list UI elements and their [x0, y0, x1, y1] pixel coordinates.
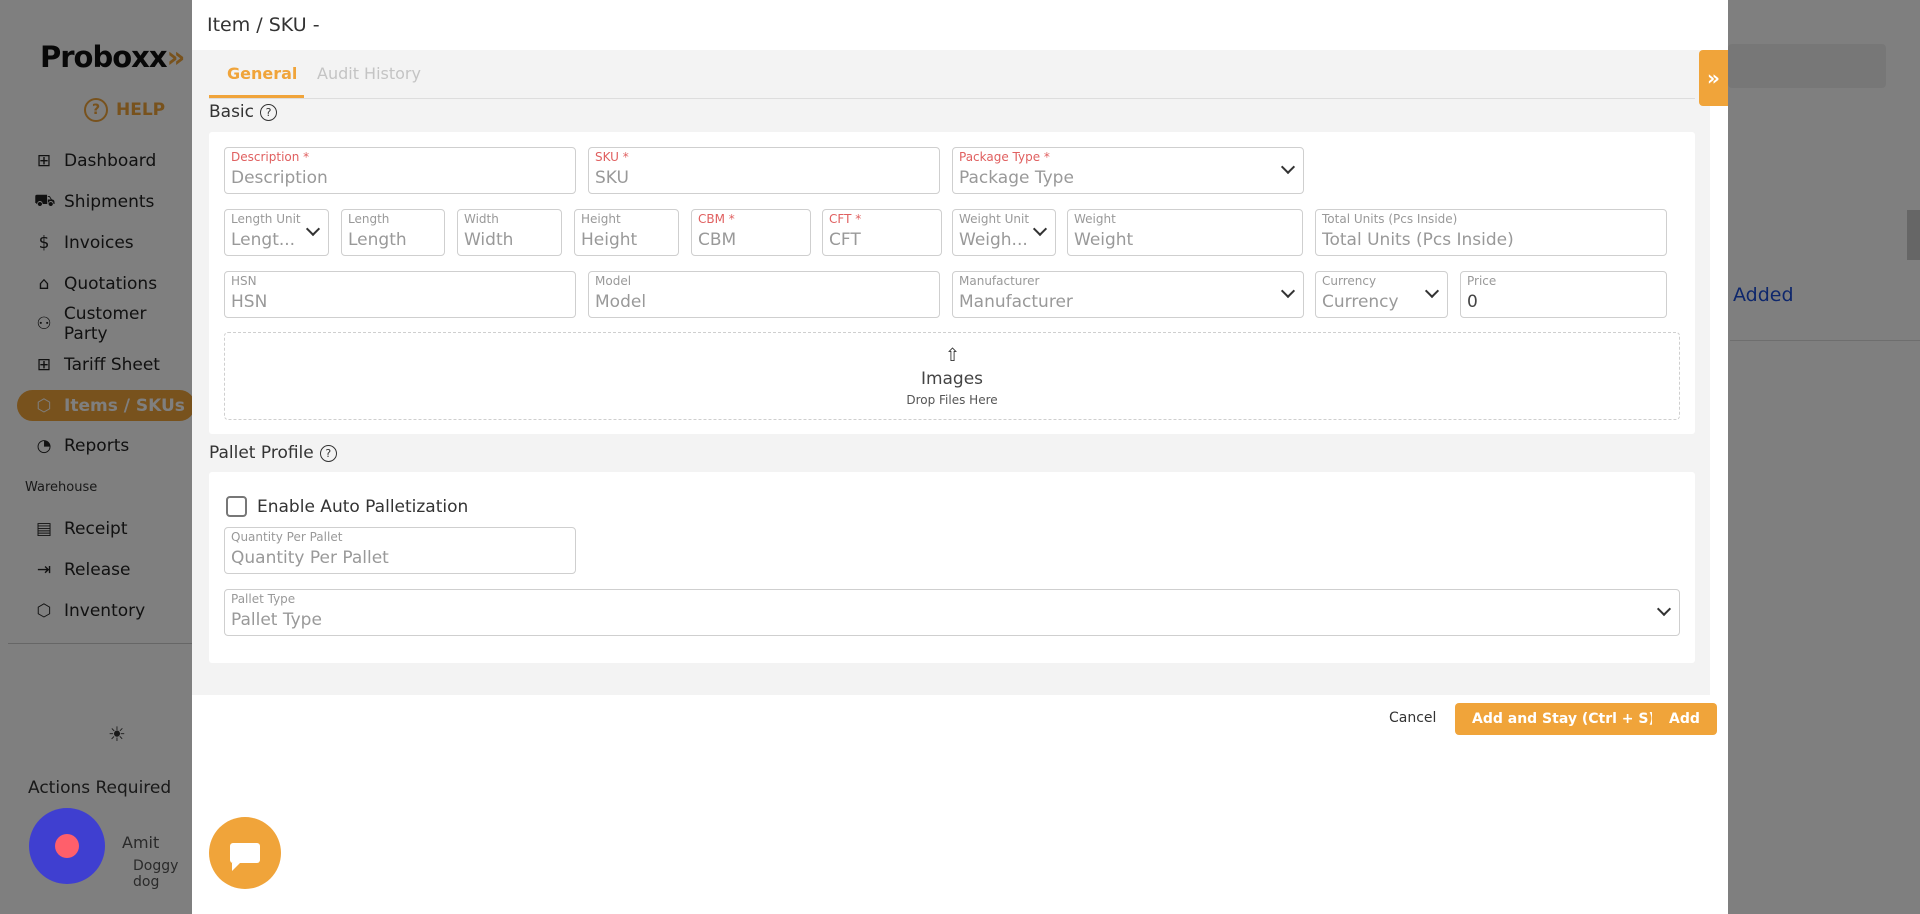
package-type-select[interactable]: Package Type * Package Type [952, 147, 1304, 194]
model-label: Model [595, 274, 632, 288]
modal-body: General Audit History Basic ? Descriptio… [192, 50, 1710, 695]
weight-unit-label: Weight Unit [959, 212, 1030, 226]
chevron-down-icon [1424, 283, 1440, 299]
record-dot-icon [55, 834, 79, 858]
tab-general[interactable]: General [227, 64, 297, 83]
chevron-down-icon [1656, 601, 1672, 617]
currency-placeholder: Currency [1322, 292, 1399, 312]
manufacturer-placeholder: Manufacturer [959, 292, 1073, 312]
modal-title: Item / SKU - [207, 14, 320, 36]
pallet-type-placeholder: Pallet Type [231, 610, 322, 630]
height-placeholder: Height [581, 230, 638, 250]
description-placeholder: Description [231, 168, 328, 188]
hsn-field[interactable]: HSN HSN [224, 271, 576, 318]
item-sku-modal: Item / SKU - General Audit History Basic… [192, 0, 1728, 914]
drawer-toggle-chevrons-icon[interactable]: » [1699, 50, 1728, 106]
package-type-placeholder: Package Type [959, 168, 1074, 188]
auto-palletization-row: Enable Auto Palletization [226, 496, 468, 517]
chat-bubble-icon [230, 843, 260, 871]
manufacturer-select[interactable]: Manufacturer Manufacturer [952, 271, 1304, 318]
manufacturer-label: Manufacturer [959, 274, 1040, 288]
cbm-label: CBM * [698, 212, 735, 226]
total-units-placeholder: Total Units (Pcs Inside) [1322, 230, 1514, 250]
model-placeholder: Model [595, 292, 647, 312]
weight-unit-placeholder: Weigh... [959, 230, 1028, 250]
model-field[interactable]: Model Model [588, 271, 940, 318]
active-tab-indicator [209, 95, 304, 98]
height-field[interactable]: Height Height [574, 209, 679, 256]
help-circle-icon[interactable]: ? [319, 444, 337, 462]
width-field[interactable]: Width Width [457, 209, 562, 256]
length-unit-placeholder: Lengt... [231, 230, 296, 250]
hsn-label: HSN [231, 274, 257, 288]
pallet-title-text: Pallet Profile [209, 443, 314, 463]
cancel-button[interactable]: Cancel [1377, 700, 1448, 736]
add-button[interactable]: Add [1652, 703, 1717, 735]
cft-field[interactable]: CFT * CFT [822, 209, 942, 256]
total-units-field[interactable]: Total Units (Pcs Inside) Total Units (Pc… [1315, 209, 1667, 256]
basic-section-title: Basic ? [209, 102, 278, 122]
length-unit-select[interactable]: Length Unit Lengt... [224, 209, 329, 256]
chat-button[interactable] [209, 817, 281, 889]
chevron-down-icon [1280, 283, 1296, 299]
hsn-placeholder: HSN [231, 292, 268, 312]
pallet-card: Enable Auto Palletization Quantity Per P… [209, 472, 1695, 663]
chevron-down-icon [1032, 221, 1048, 237]
currency-select[interactable]: Currency Currency [1315, 271, 1448, 318]
quantity-per-pallet-label: Quantity Per Pallet [231, 530, 343, 544]
pallet-type-label: Pallet Type [231, 592, 296, 606]
chevron-down-icon [305, 221, 321, 237]
image-dropzone[interactable]: ⇧ Images Drop Files Here [224, 332, 1680, 420]
price-field[interactable]: Price 0 [1460, 271, 1667, 318]
price-value: 0 [1467, 292, 1478, 312]
cbm-field[interactable]: CBM * CBM [691, 209, 811, 256]
pallet-type-select[interactable]: Pallet Type Pallet Type [224, 589, 1680, 636]
length-placeholder: Length [348, 230, 407, 250]
auto-palletization-checkbox[interactable] [226, 496, 247, 517]
add-and-stay-button[interactable]: Add and Stay (Ctrl + S) [1455, 703, 1672, 735]
tab-bar: General Audit History [209, 50, 1695, 99]
width-placeholder: Width [464, 230, 514, 250]
weight-field[interactable]: Weight Weight [1067, 209, 1303, 256]
tab-audit-history[interactable]: Audit History [317, 64, 421, 83]
price-label: Price [1467, 274, 1497, 288]
currency-label: Currency [1322, 274, 1377, 288]
cft-label: CFT * [829, 212, 862, 226]
length-field[interactable]: Length Length [341, 209, 445, 256]
chevron-down-icon [1280, 159, 1296, 175]
auto-palletization-label: Enable Auto Palletization [257, 496, 469, 517]
basic-card: Description * Description SKU * SKU Pack… [209, 132, 1695, 434]
sku-label: SKU * [595, 150, 629, 164]
description-field[interactable]: Description * Description [224, 147, 576, 194]
cbm-placeholder: CBM [698, 230, 737, 250]
quantity-per-pallet-field[interactable]: Quantity Per Pallet Quantity Per Pallet [224, 527, 576, 574]
description-label: Description * [231, 150, 310, 164]
total-units-label: Total Units (Pcs Inside) [1322, 212, 1458, 226]
pallet-profile-section-title: Pallet Profile ? [209, 443, 337, 463]
quantity-per-pallet-placeholder: Quantity Per Pallet [231, 548, 389, 568]
record-button[interactable] [29, 808, 105, 884]
weight-unit-select[interactable]: Weight Unit Weigh... [952, 209, 1056, 256]
cft-placeholder: CFT [829, 230, 861, 250]
upload-cloud-icon: ⇧ [945, 345, 961, 366]
height-label: Height [581, 212, 621, 226]
length-unit-label: Length Unit [231, 212, 301, 226]
dropzone-subtitle: Drop Files Here [906, 393, 998, 407]
length-label: Length [348, 212, 390, 226]
sku-field[interactable]: SKU * SKU [588, 147, 940, 194]
basic-title-text: Basic [209, 102, 255, 122]
package-type-label: Package Type * [959, 150, 1050, 164]
sku-placeholder: SKU [595, 168, 629, 188]
weight-label: Weight [1074, 212, 1116, 226]
width-label: Width [464, 212, 499, 226]
dropzone-title: Images [920, 369, 984, 389]
help-circle-icon[interactable]: ? [260, 103, 278, 121]
weight-placeholder: Weight [1074, 230, 1134, 250]
